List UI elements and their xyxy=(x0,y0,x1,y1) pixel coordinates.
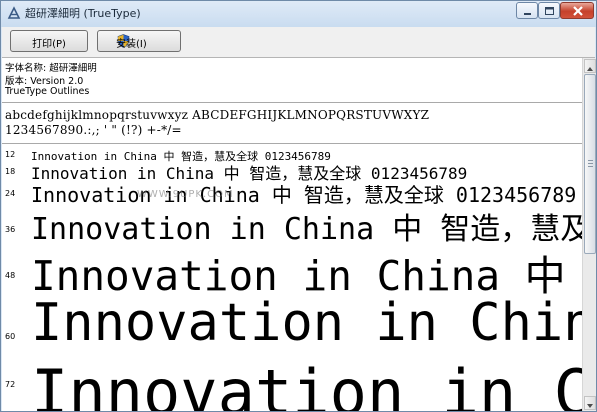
sample-size-label: 24 xyxy=(5,189,16,198)
font-viewer-icon xyxy=(7,6,21,19)
sample-size-label: 72 xyxy=(5,380,16,389)
font-viewer-window: 超研澤細明 (TrueType) 打印(P) 安装(I) 字体名称: 超研澤細明… xyxy=(0,0,597,412)
charset-letters: abcdefghijklmnopqrstuvwxyz ABCDEFGHIJKLM… xyxy=(5,108,430,122)
grip-line xyxy=(588,160,593,161)
minimize-icon xyxy=(524,13,531,15)
sample-text: Innovation in China xyxy=(31,356,582,411)
print-button-label: 打印(P) xyxy=(32,39,66,50)
arrow-down-icon xyxy=(587,404,593,408)
grip-line xyxy=(588,163,593,164)
window-title: 超研澤細明 (TrueType) xyxy=(25,7,141,20)
install-button-label: 安装(I) xyxy=(116,39,147,50)
vertical-scrollbar[interactable] xyxy=(582,58,596,411)
divider xyxy=(2,102,582,103)
maximize-button[interactable] xyxy=(538,2,560,19)
close-icon xyxy=(573,6,583,16)
font-type-line: TrueType Outlines xyxy=(5,86,90,97)
font-name-line: 字体名称: 超研澤細明 xyxy=(5,63,97,74)
print-button[interactable]: 打印(P) xyxy=(10,30,88,52)
install-button[interactable]: 安装(I) xyxy=(97,30,181,52)
charset-digits: 1234567890.:,; ' " (!?) +-*/= xyxy=(5,123,182,137)
sample-size-label: 60 xyxy=(5,332,16,341)
sample-size-label: 18 xyxy=(5,167,16,176)
close-button[interactable] xyxy=(560,2,594,19)
toolbar: 打印(P) 安装(I) xyxy=(2,27,595,58)
sample-size-label: 12 xyxy=(5,150,16,159)
scroll-down-button[interactable] xyxy=(584,396,596,410)
font-preview-area: 字体名称: 超研澤細明 版本: Version 2.0 TrueType Out… xyxy=(2,58,582,411)
watermark: WWW.9UPK.COM xyxy=(137,189,234,200)
minimize-button[interactable] xyxy=(516,2,538,19)
grip-line xyxy=(588,166,593,167)
maximize-icon xyxy=(545,7,554,15)
font-version-line: 版本: Version 2.0 xyxy=(5,76,84,87)
scroll-up-button[interactable] xyxy=(584,59,596,73)
title-bar[interactable]: 超研澤細明 (TrueType) xyxy=(1,1,596,27)
sample-size-label: 36 xyxy=(5,225,16,234)
sample-size-label: 48 xyxy=(5,271,16,280)
divider xyxy=(2,143,582,144)
scrollbar-thumb[interactable] xyxy=(584,74,596,254)
sample-text: Innovation in China xyxy=(31,293,582,353)
